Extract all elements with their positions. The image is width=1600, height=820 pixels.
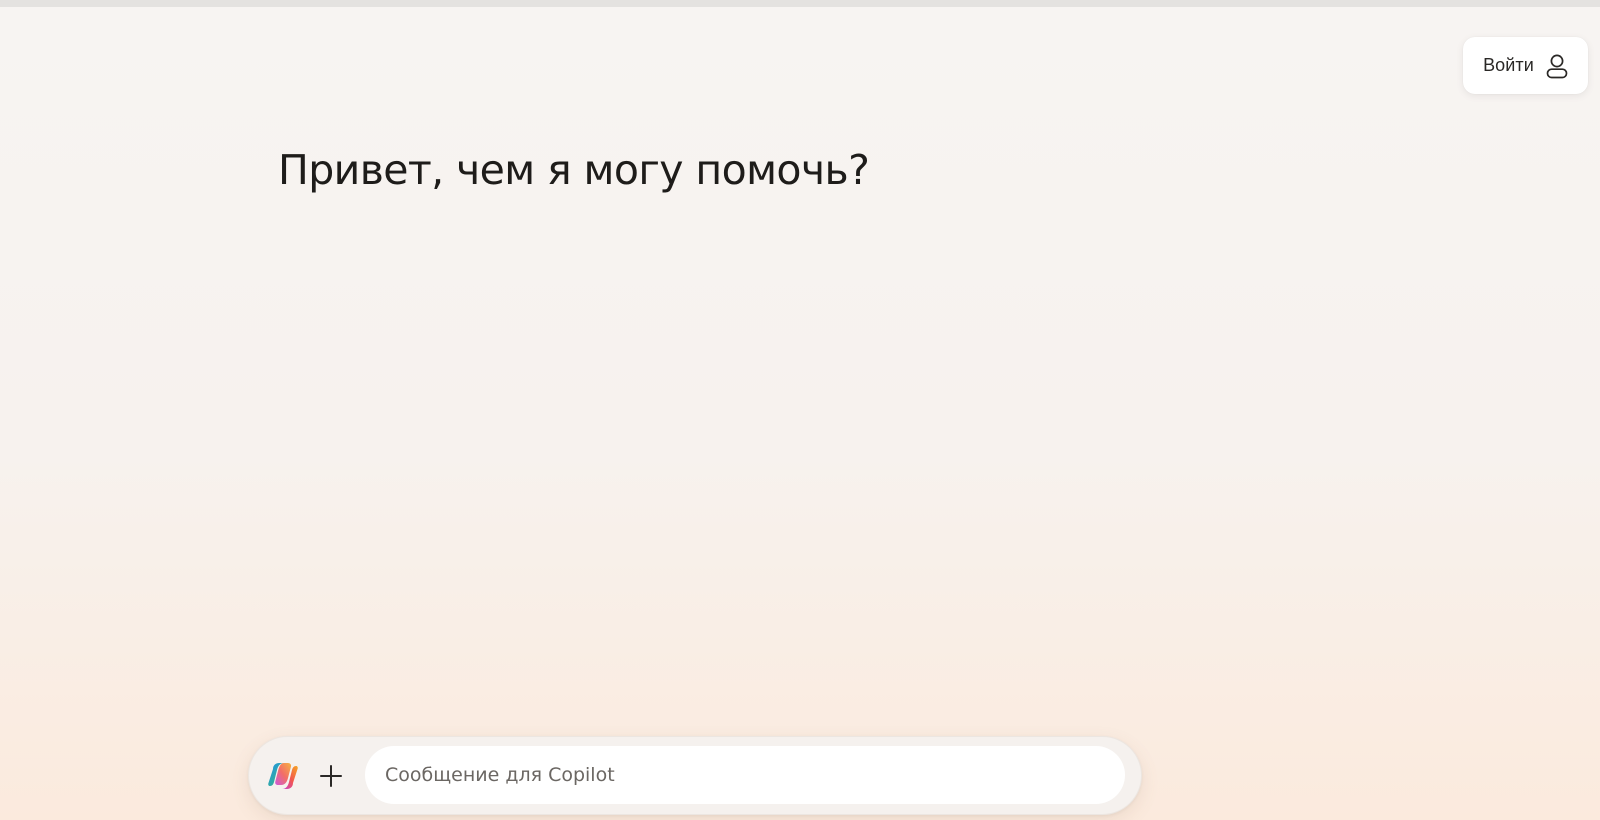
message-input[interactable] [365,746,1125,804]
top-edge-strip [0,0,1600,7]
message-composer [248,736,1142,815]
user-icon [1546,54,1568,78]
greeting-heading: Привет, чем я могу помочь? [278,146,870,194]
signin-label: Войти [1483,55,1534,75]
add-attachment-button[interactable] [311,756,351,796]
copilot-logo-icon[interactable] [267,760,299,792]
signin-button[interactable]: Войти [1463,37,1588,94]
plus-icon [320,765,342,787]
